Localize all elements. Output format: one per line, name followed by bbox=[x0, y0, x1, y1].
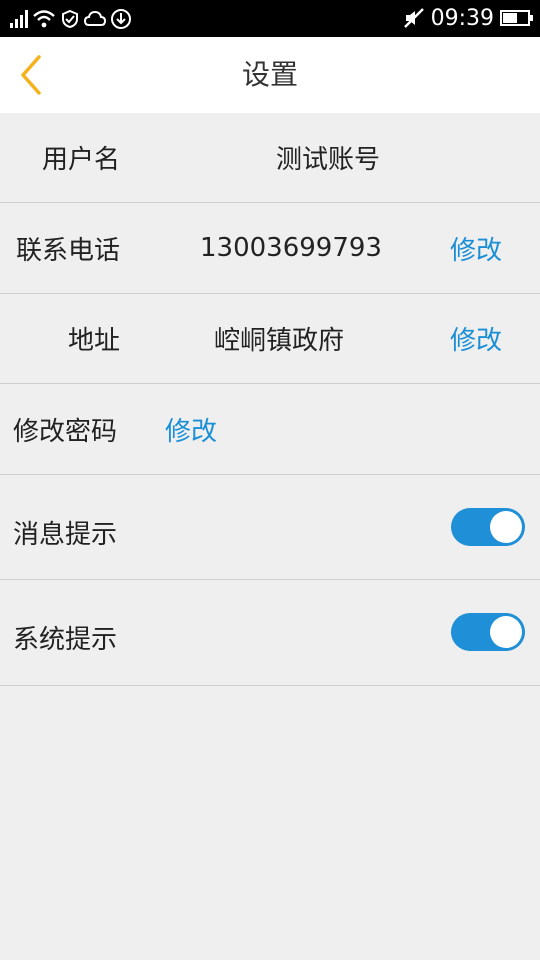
username-value: 测试账号 bbox=[276, 145, 381, 175]
cloud-icon bbox=[84, 10, 106, 26]
phone-label: 联系电话 bbox=[15, 235, 120, 266]
edit-password-button[interactable]: 修改 bbox=[165, 384, 217, 474]
shield-icon bbox=[62, 9, 78, 29]
address-label: 地址 bbox=[67, 326, 120, 356]
toggle-knob bbox=[490, 511, 522, 543]
message-notice-label: 消息提示 bbox=[13, 519, 118, 550]
signal-icon bbox=[10, 10, 28, 28]
nav-bar: 设置 bbox=[0, 37, 540, 113]
message-notice-row: 消息提示 bbox=[0, 475, 540, 580]
download-icon bbox=[111, 9, 131, 29]
battery-icon bbox=[500, 10, 533, 26]
mute-icon bbox=[403, 8, 424, 28]
phone-value: 13003699793 bbox=[200, 233, 382, 263]
username-row: 用户名 测试账号 bbox=[0, 113, 540, 203]
password-row: 修改密码 修改 bbox=[0, 384, 540, 475]
system-notice-label: 系统提示 bbox=[13, 625, 118, 655]
password-label: 修改密码 bbox=[13, 416, 118, 447]
status-bar: 09:39 bbox=[0, 0, 540, 37]
wifi-icon bbox=[33, 10, 55, 28]
status-icons-right: 09:39 bbox=[403, 4, 533, 32]
status-time: 09:39 bbox=[430, 5, 494, 31]
edit-phone-button[interactable]: 修改 bbox=[450, 203, 502, 293]
status-icons-left bbox=[10, 7, 132, 31]
page-title: 设置 bbox=[241, 58, 298, 91]
message-notice-toggle[interactable] bbox=[451, 508, 525, 546]
toggle-knob bbox=[490, 616, 522, 648]
back-button[interactable] bbox=[6, 47, 56, 103]
chevron-left-icon bbox=[21, 55, 41, 95]
address-value: 崆峒镇政府 bbox=[214, 326, 345, 356]
phone-row: 联系电话 13003699793 修改 bbox=[0, 203, 540, 294]
username-label: 用户名 bbox=[41, 145, 120, 175]
edit-address-button[interactable]: 修改 bbox=[450, 294, 502, 383]
system-notice-row: 系统提示 bbox=[0, 580, 540, 686]
address-row: 地址 崆峒镇政府 修改 bbox=[0, 294, 540, 384]
system-notice-toggle[interactable] bbox=[451, 613, 525, 651]
